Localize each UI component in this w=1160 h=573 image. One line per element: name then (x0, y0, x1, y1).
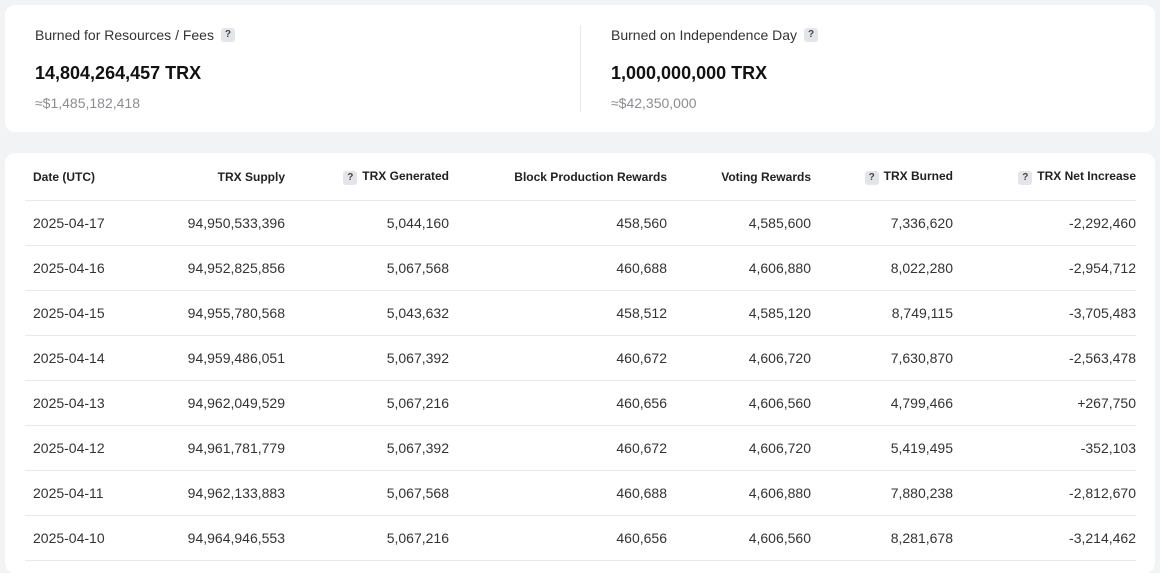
table-row: 2025-04-15 94,955,780,568 5,043,632 458,… (25, 290, 1136, 336)
cell-supply: 94,962,133,883 (155, 470, 285, 516)
table-row: 2025-04-12 94,961,781,779 5,067,392 460,… (25, 425, 1136, 471)
cell-burned: 8,281,678 (811, 515, 953, 561)
cell-date: 2025-04-13 (25, 380, 155, 426)
cell-net-increase: -3,214,462 (953, 515, 1136, 561)
help-icon[interactable]: ? (343, 170, 358, 185)
header-burned: ? TRX Burned (811, 153, 953, 201)
cell-date: 2025-04-15 (25, 290, 155, 336)
cell-burned: 8,022,280 (811, 245, 953, 291)
cell-net-increase: +267,750 (953, 380, 1136, 426)
supply-table-card: Date (UTC) TRX Supply ? TRX Generated Blo… (5, 153, 1155, 573)
cell-generated: 5,067,568 (285, 245, 449, 291)
burned-resources-value: 14,804,264,457 TRX (35, 63, 202, 83)
cell-date: 2025-04-12 (25, 425, 155, 471)
table-row: 2025-04-16 94,952,825,856 5,067,568 460,… (25, 245, 1136, 291)
cell-voting-rewards: 4,606,560 (667, 515, 811, 561)
header-net-increase: ? TRX Net Increase (953, 153, 1136, 201)
cell-burned: 5,419,495 (811, 425, 953, 471)
cell-block-rewards: 460,656 (449, 380, 667, 426)
header-voting-rewards: Voting Rewards (667, 153, 811, 201)
table-row: 2025-04-11 94,962,133,883 5,067,568 460,… (25, 470, 1136, 516)
cell-voting-rewards: 4,606,720 (667, 335, 811, 381)
cell-voting-rewards: 4,606,880 (667, 245, 811, 291)
cell-date: 2025-04-10 (25, 515, 155, 561)
cell-supply: 94,962,049,529 (155, 380, 285, 426)
burn-stats-card: Burned for Resources / Fees ? 14,804,264… (5, 5, 1155, 132)
cell-burned: 7,336,620 (811, 200, 953, 246)
table-row: 2025-04-17 94,950,533,396 5,044,160 458,… (25, 200, 1136, 246)
cell-supply: 94,959,486,051 (155, 335, 285, 381)
cell-supply: 94,964,946,553 (155, 515, 285, 561)
burned-resources-label: Burned for Resources / Fees ? (35, 27, 235, 43)
cell-generated: 5,067,216 (285, 380, 449, 426)
header-generated: ? TRX Generated (285, 153, 449, 201)
cell-block-rewards: 460,672 (449, 425, 667, 471)
header-date: Date (UTC) (25, 153, 155, 201)
cell-block-rewards: 460,656 (449, 515, 667, 561)
cell-generated: 5,067,568 (285, 470, 449, 516)
header-supply: TRX Supply (155, 153, 285, 201)
cell-supply: 94,952,825,856 (155, 245, 285, 291)
cell-block-rewards: 458,560 (449, 200, 667, 246)
cell-generated: 5,044,160 (285, 200, 449, 246)
cell-generated: 5,067,216 (285, 515, 449, 561)
cell-net-increase: -3,705,483 (953, 290, 1136, 336)
cell-net-increase: -2,563,478 (953, 335, 1136, 381)
table-header-row: Date (UTC) TRX Supply ? TRX Generated Blo… (25, 153, 1136, 201)
cell-generated: 5,043,632 (285, 290, 449, 336)
cell-block-rewards: 458,512 (449, 290, 667, 336)
cell-burned: 7,630,870 (811, 335, 953, 381)
burned-independence-label: Burned on Independence Day ? (611, 27, 819, 43)
cell-supply: 94,961,781,779 (155, 425, 285, 471)
table-row: 2025-04-14 94,959,486,051 5,067,392 460,… (25, 335, 1136, 381)
burned-resources-usd: ≈$1,485,182,418 (35, 95, 140, 111)
burned-independence-usd: ≈$42,350,000 (611, 95, 697, 111)
cell-net-increase: -352,103 (953, 425, 1136, 471)
cell-generated: 5,067,392 (285, 425, 449, 471)
cell-voting-rewards: 4,606,560 (667, 380, 811, 426)
cell-supply: 94,950,533,396 (155, 200, 285, 246)
help-icon[interactable]: ? (1018, 170, 1033, 185)
table-row: 2025-04-13 94,962,049,529 5,067,216 460,… (25, 380, 1136, 426)
stat-divider (580, 25, 581, 112)
cell-net-increase: -2,954,712 (953, 245, 1136, 291)
cell-generated: 5,067,392 (285, 335, 449, 381)
help-icon[interactable]: ? (864, 170, 879, 185)
cell-block-rewards: 460,688 (449, 470, 667, 516)
burned-resources-stat: Burned for Resources / Fees ? 14,804,264… (35, 5, 575, 132)
help-icon[interactable]: ? (220, 28, 235, 42)
cell-block-rewards: 460,688 (449, 245, 667, 291)
cell-voting-rewards: 4,585,120 (667, 290, 811, 336)
cell-burned: 4,799,466 (811, 380, 953, 426)
cell-burned: 7,880,238 (811, 470, 953, 516)
cell-date: 2025-04-11 (25, 470, 155, 516)
cell-block-rewards: 460,672 (449, 335, 667, 381)
cell-voting-rewards: 4,606,880 (667, 470, 811, 516)
header-block-rewards: Block Production Rewards (449, 153, 667, 201)
supply-table: Date (UTC) TRX Supply ? TRX Generated Blo… (25, 153, 1136, 561)
cell-supply: 94,955,780,568 (155, 290, 285, 336)
help-icon[interactable]: ? (804, 28, 819, 42)
cell-date: 2025-04-17 (25, 200, 155, 246)
cell-date: 2025-04-14 (25, 335, 155, 381)
cell-voting-rewards: 4,606,720 (667, 425, 811, 471)
cell-voting-rewards: 4,585,600 (667, 200, 811, 246)
cell-date: 2025-04-16 (25, 245, 155, 291)
cell-net-increase: -2,812,670 (953, 470, 1136, 516)
table-row: 2025-04-10 94,964,946,553 5,067,216 460,… (25, 515, 1136, 561)
cell-burned: 8,749,115 (811, 290, 953, 336)
cell-net-increase: -2,292,460 (953, 200, 1136, 246)
burned-independence-stat: Burned on Independence Day ? 1,000,000,0… (611, 5, 1131, 132)
burned-independence-value: 1,000,000,000 TRX (611, 63, 768, 83)
